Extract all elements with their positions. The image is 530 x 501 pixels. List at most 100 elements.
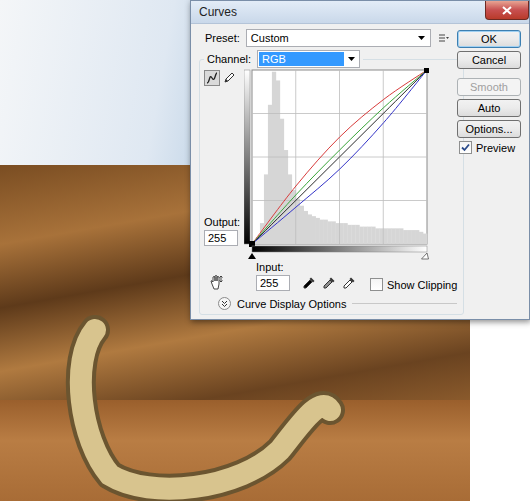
histogram-bar xyxy=(387,228,391,244)
histogram-bar xyxy=(395,228,399,244)
grid-line xyxy=(252,70,427,244)
pencil-tool-button[interactable] xyxy=(221,70,237,86)
histogram-bar xyxy=(415,230,419,244)
black-point-slider[interactable] xyxy=(248,253,256,259)
preset-dropdown[interactable]: Custom xyxy=(246,29,431,47)
histogram-bar xyxy=(312,216,316,244)
dropdown-arrow-icon xyxy=(418,36,425,40)
input-block: Input: 255 xyxy=(256,261,290,291)
preset-menu-button[interactable] xyxy=(439,34,449,43)
histogram-bar xyxy=(375,228,379,244)
white-point-slider[interactable] xyxy=(422,253,429,259)
controls-column: Preset:CustomChannel:RGBOutput:255Input:… xyxy=(199,28,449,315)
tool-group xyxy=(204,68,244,86)
separator-line xyxy=(352,303,457,304)
histogram-bar xyxy=(407,230,411,244)
curve-line[interactable] xyxy=(252,70,427,244)
dialog-button[interactable]: Auto xyxy=(457,99,521,117)
curves-graph[interactable] xyxy=(244,68,429,260)
output-block: Output: 255 xyxy=(204,216,244,246)
black-eyedropper-icon[interactable] xyxy=(302,276,316,290)
preview-checkbox[interactable] xyxy=(459,141,472,154)
chart-row: Output: 255 xyxy=(204,68,457,260)
show-clipping-row: Show Clipping xyxy=(370,278,457,291)
dialog-body: Preset:CustomChannel:RGBOutput:255Input:… xyxy=(191,24,529,319)
histogram-bar xyxy=(332,221,336,244)
screen: Curves Preset: Custom Channel: RGB Output: 255… xyxy=(0,0,530,501)
dialog-button[interactable]: Options... xyxy=(457,120,521,138)
curve-line[interactable] xyxy=(252,70,427,244)
input-field[interactable]: 255 xyxy=(256,275,290,291)
preview-label: Preview xyxy=(476,142,515,154)
channel-group: Channel: RGB Output: 255 Input: 255 Show Clipp… xyxy=(199,50,464,315)
gray-eyedropper-icon[interactable] xyxy=(322,276,336,290)
channel-dropdown[interactable]: RGB xyxy=(257,50,360,68)
on-image-adjust-icon[interactable] xyxy=(208,274,224,290)
curve-point[interactable] xyxy=(424,68,429,73)
window-title: Curves xyxy=(191,1,237,19)
output-label: Output: xyxy=(204,216,244,228)
histogram-bar xyxy=(359,227,363,244)
grid-line xyxy=(252,70,427,244)
histogram-bar xyxy=(423,234,427,244)
histogram-bar xyxy=(403,230,407,244)
histogram-bar xyxy=(324,220,328,244)
display-options-row: Curve Display Options xyxy=(204,291,457,312)
curve-line[interactable] xyxy=(252,70,427,244)
channel-value: RGB xyxy=(259,52,344,66)
check-icon xyxy=(461,143,470,152)
histogram-bar xyxy=(347,225,351,244)
histogram-bar xyxy=(351,225,355,244)
histogram-bar xyxy=(304,211,308,244)
histogram-bar xyxy=(280,119,284,244)
histogram-bar xyxy=(343,223,347,244)
histogram-bar xyxy=(383,228,387,244)
display-options-label[interactable]: Curve Display Options xyxy=(237,298,346,310)
eyedropper-group xyxy=(302,276,356,291)
close-icon xyxy=(502,6,512,15)
show-clipping-label: Show Clipping xyxy=(387,279,457,291)
preset-row: Preset: Custom xyxy=(199,28,449,48)
curve-tool-button[interactable] xyxy=(204,70,220,86)
histogram-bar xyxy=(316,218,320,244)
histogram-bar xyxy=(355,225,359,244)
histogram-bar xyxy=(288,174,292,244)
histogram-bar xyxy=(363,227,367,244)
grid-line xyxy=(252,70,427,244)
histogram-bar xyxy=(308,214,312,244)
input-row: Input: 255 Show Clipping xyxy=(204,260,457,291)
histogram-bar xyxy=(391,228,395,244)
menu-icon xyxy=(439,34,449,43)
histogram-bar xyxy=(367,227,371,244)
close-button[interactable] xyxy=(485,1,529,20)
title-bar: Curves xyxy=(191,1,529,24)
channel-label: Channel: xyxy=(207,53,251,65)
histogram-bar xyxy=(411,230,415,244)
input-gradient-bar xyxy=(252,246,427,252)
preview-row: Preview xyxy=(459,141,521,154)
curves-dialog: Curves Preset: Custom Channel: RGB Output: 255… xyxy=(190,0,530,320)
curve-tool-icon xyxy=(206,72,218,84)
curve-line[interactable] xyxy=(252,70,427,244)
dropdown-arrow-icon xyxy=(348,57,355,61)
preset-label: Preset: xyxy=(205,32,240,44)
dialog-button: Smooth xyxy=(457,78,521,96)
white-eyedropper-icon[interactable] xyxy=(342,276,356,290)
dialog-button[interactable]: Cancel xyxy=(457,51,521,69)
dialog-button[interactable]: OK xyxy=(457,30,521,48)
histogram-bar xyxy=(371,227,375,244)
input-label: Input: xyxy=(256,261,290,273)
histogram-bar xyxy=(399,228,403,244)
histogram-bar xyxy=(300,206,304,244)
output-gradient-bar xyxy=(244,70,250,244)
histogram-bar xyxy=(419,232,423,244)
output-field[interactable]: 255 xyxy=(204,230,238,246)
show-clipping-checkbox[interactable] xyxy=(370,278,383,291)
snake-figure xyxy=(0,300,470,501)
histogram-bar xyxy=(320,220,324,244)
pencil-tool-icon xyxy=(223,72,235,84)
button-column: OK Cancel Smooth Auto Options... Preview xyxy=(457,28,521,315)
graph-background xyxy=(252,70,427,244)
histogram-bar xyxy=(340,223,344,244)
expand-icon[interactable] xyxy=(218,297,231,310)
